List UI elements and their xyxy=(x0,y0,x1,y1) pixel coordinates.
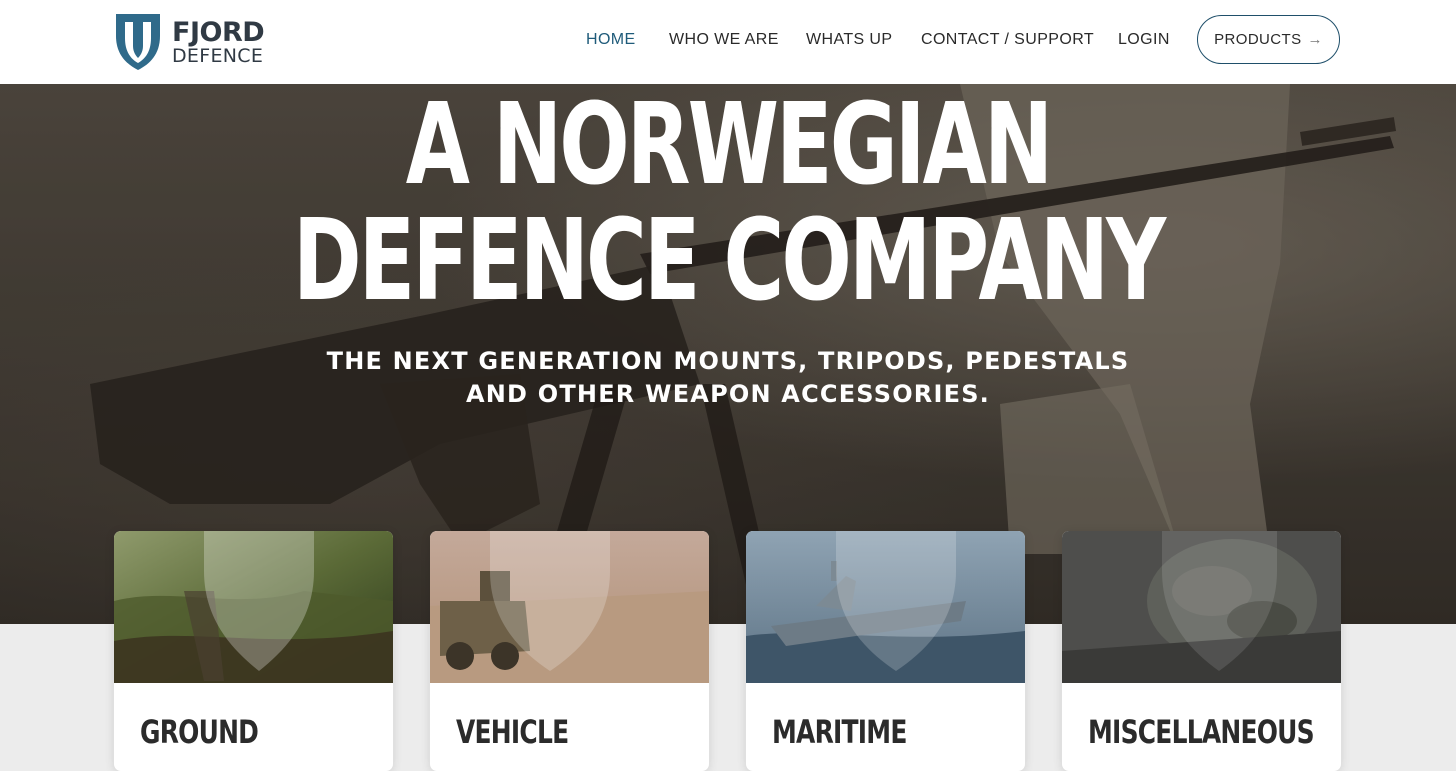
site-header: FJORD DEFENCE HOME WHO WE ARE WHATS UP C… xyxy=(0,0,1456,84)
category-image-ground xyxy=(114,531,393,683)
products-button-label: PRODUCTS xyxy=(1214,31,1302,48)
category-label-miscellaneous: MISCELLANEOUS xyxy=(1088,713,1315,751)
category-card-vehicle[interactable]: VEHICLE xyxy=(430,531,709,771)
category-label-ground: GROUND xyxy=(140,713,259,751)
hero-subtitle-line-1: THE NEXT GENERATION MOUNTS, TRIPODS, PED… xyxy=(326,347,1130,375)
hero-title-line-1: A NORWEGIAN xyxy=(405,84,1053,210)
category-image-miscellaneous xyxy=(1062,531,1341,683)
category-label-maritime: MARITIME xyxy=(772,713,907,751)
nav-login[interactable]: LOGIN xyxy=(1118,31,1170,49)
arrow-right-icon: → xyxy=(1307,31,1323,48)
category-image-vehicle xyxy=(430,531,709,683)
products-button[interactable]: PRODUCTS → xyxy=(1197,15,1340,64)
category-card-ground[interactable]: GROUND xyxy=(114,531,393,771)
hero-subtitle-line-2: AND OTHER WEAPON ACCESSORIES. xyxy=(466,380,990,408)
nav-home[interactable]: HOME xyxy=(586,31,636,49)
nav-whats-up[interactable]: WHATS UP xyxy=(806,31,892,49)
hero-title-line-2: DEFENCE COMPANY xyxy=(292,196,1166,326)
category-card-miscellaneous[interactable]: MISCELLANEOUS xyxy=(1062,531,1341,771)
nav-who-we-are[interactable]: WHO WE ARE xyxy=(669,31,779,49)
category-label-vehicle: VEHICLE xyxy=(456,713,569,751)
nav-contact-support[interactable]: CONTACT / SUPPORT xyxy=(921,31,1094,49)
category-image-maritime xyxy=(746,531,1025,683)
category-card-maritime[interactable]: MARITIME xyxy=(746,531,1025,771)
main-nav: HOME WHO WE ARE WHATS UP CONTACT / SUPPO… xyxy=(0,0,1456,84)
